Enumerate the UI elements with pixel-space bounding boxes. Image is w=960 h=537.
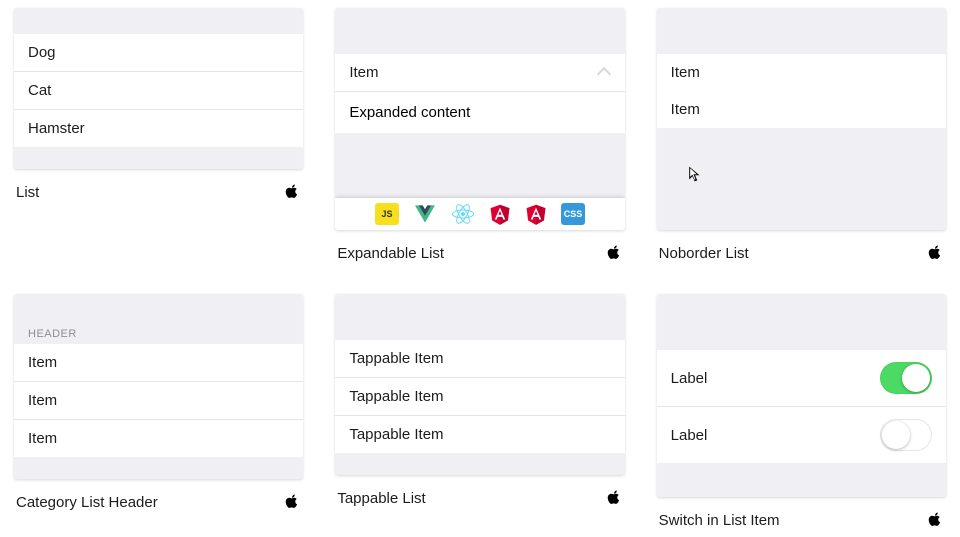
card-list: Dog Cat Hamster (14, 8, 303, 169)
list-item-label: Item (28, 354, 57, 371)
angular-1-icon[interactable] (489, 203, 511, 225)
caption-row: Category List Header (14, 493, 303, 511)
caption-row: Noborder List (657, 244, 946, 262)
caption-row: Switch in List Item (657, 511, 946, 529)
list-item[interactable]: Cat (14, 71, 303, 109)
apple-icon (607, 489, 623, 507)
cell-expandable: Item Expanded content JS CSS Expandable … (335, 8, 624, 262)
list-item-label: Tappable Item (349, 350, 443, 367)
framework-badges: JS CSS (335, 198, 624, 230)
list-item-label: Dog (28, 44, 56, 61)
list-item[interactable]: Hamster (14, 109, 303, 147)
cell-category: HEADER Item Item Item Category List Head… (14, 294, 303, 529)
switch-label: Label (671, 427, 708, 444)
cell-switch: Label Label Switch in List Item (657, 294, 946, 529)
switch-row: Label (657, 350, 946, 406)
caption-label: Expandable List (337, 245, 444, 262)
list-item-label: Item (671, 101, 700, 118)
list-item-label: Item (28, 430, 57, 447)
card-noborder: Item Item (657, 8, 946, 230)
list-header: HEADER (14, 320, 303, 344)
vue-icon[interactable] (413, 203, 437, 225)
card-category: HEADER Item Item Item (14, 294, 303, 479)
apple-icon (285, 183, 301, 201)
list-item-label: Item (28, 392, 57, 409)
category-list: Item Item Item (14, 344, 303, 457)
expandable-list: Item Expanded content (335, 54, 624, 133)
list-item-label: Tappable Item (349, 388, 443, 405)
switch-toggle-off[interactable] (880, 419, 932, 451)
tappable-item[interactable]: Tappable Item (335, 340, 624, 377)
switch-label: Label (671, 370, 708, 387)
list-item-label: Item (671, 64, 700, 81)
caption-label: List (16, 184, 39, 201)
css-icon[interactable]: CSS (561, 203, 585, 225)
apple-icon (928, 511, 944, 529)
apple-icon (285, 493, 301, 511)
list: Dog Cat Hamster (14, 34, 303, 147)
list-item[interactable]: Item (14, 419, 303, 457)
card-tappable: Tappable Item Tappable Item Tappable Ite… (335, 294, 624, 475)
chevron-up-icon (597, 66, 611, 80)
caption-row: Expandable List (335, 244, 624, 262)
caption-label: Tappable List (337, 490, 425, 507)
tappable-item[interactable]: Tappable Item (335, 415, 624, 453)
list-item[interactable]: Item (657, 91, 946, 128)
apple-icon (928, 244, 944, 262)
switch-list: Label Label (657, 350, 946, 463)
tappable-list: Tappable Item Tappable Item Tappable Ite… (335, 340, 624, 453)
cell-list: Dog Cat Hamster List (14, 8, 303, 262)
js-icon[interactable]: JS (375, 203, 399, 225)
apple-icon (607, 244, 623, 262)
caption-label: Noborder List (659, 245, 749, 262)
list-item[interactable]: Dog (14, 34, 303, 71)
expandable-label: Item (349, 64, 378, 81)
list-item-label: Tappable Item (349, 426, 443, 443)
card-expandable: Item Expanded content JS CSS (335, 8, 624, 230)
expandable-content: Expanded content (335, 91, 624, 133)
caption-row: Tappable List (335, 489, 624, 507)
cell-noborder: Item Item Noborder List (657, 8, 946, 262)
caption-row: List (14, 183, 303, 201)
react-icon[interactable] (451, 203, 475, 225)
angular-2-icon[interactable] (525, 203, 547, 225)
list-item[interactable]: Item (14, 344, 303, 381)
caption-label: Switch in List Item (659, 512, 780, 529)
switch-toggle-on[interactable] (880, 362, 932, 394)
caption-label: Category List Header (16, 494, 158, 511)
list-item[interactable]: Item (657, 54, 946, 91)
tappable-item[interactable]: Tappable Item (335, 377, 624, 415)
list-item[interactable]: Item (14, 381, 303, 419)
card-switch: Label Label (657, 294, 946, 497)
switch-row: Label (657, 406, 946, 463)
list-item-label: Cat (28, 82, 51, 99)
cell-tappable: Tappable Item Tappable Item Tappable Ite… (335, 294, 624, 529)
noborder-list: Item Item (657, 54, 946, 128)
expandable-header[interactable]: Item (335, 54, 624, 91)
list-item-label: Hamster (28, 120, 85, 137)
